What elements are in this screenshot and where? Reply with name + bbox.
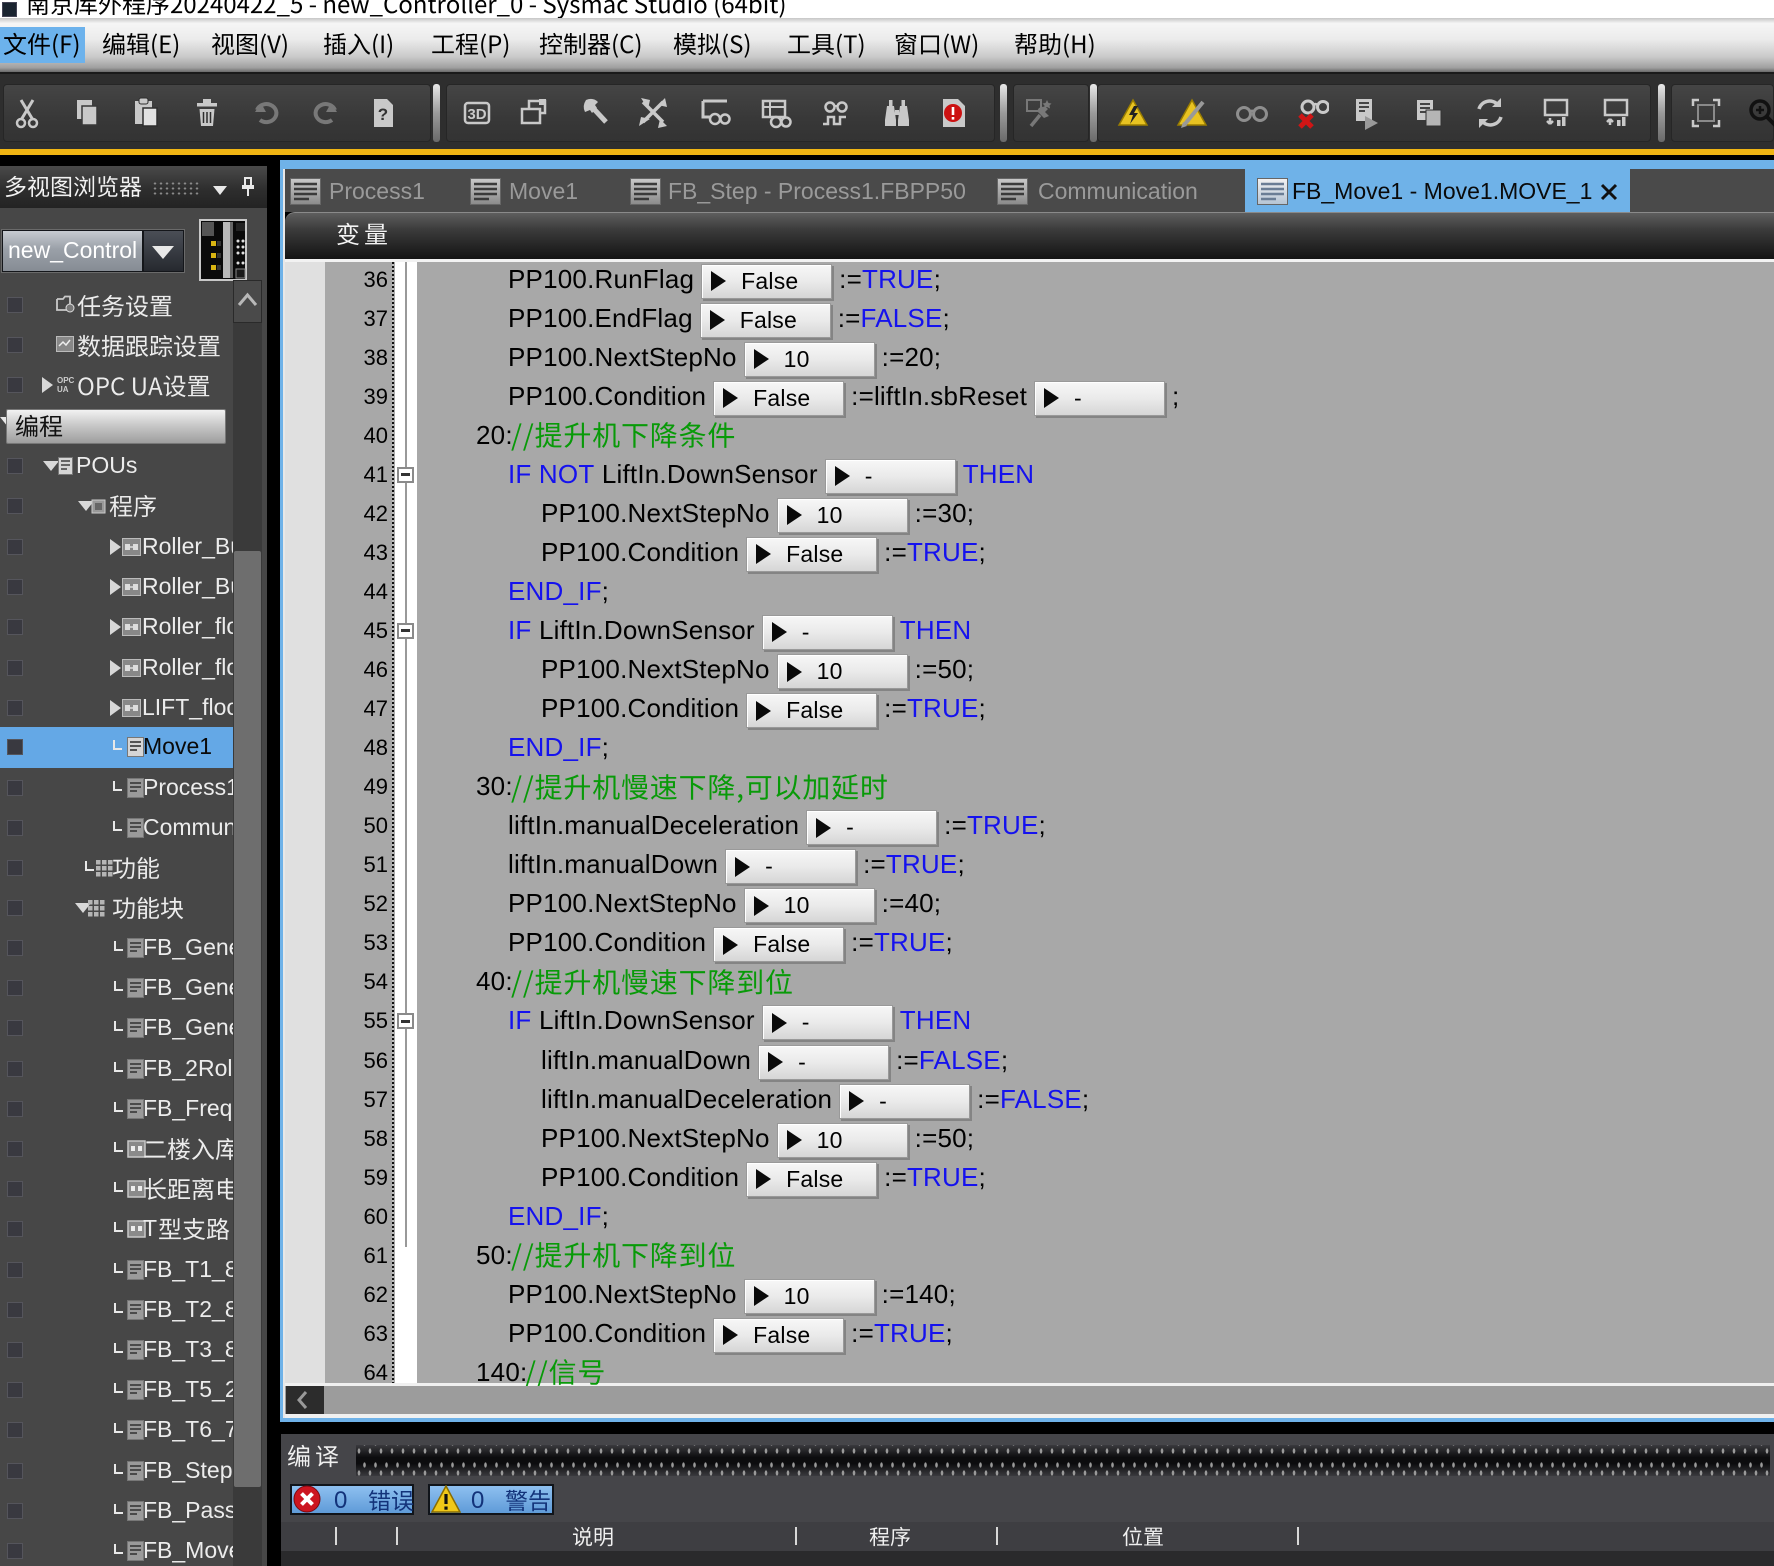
svg-text:UA: UA <box>57 385 69 393</box>
svg-text:?: ? <box>378 105 388 124</box>
svg-text:3D: 3D <box>467 106 486 123</box>
svg-text:OPC: OPC <box>57 376 75 385</box>
